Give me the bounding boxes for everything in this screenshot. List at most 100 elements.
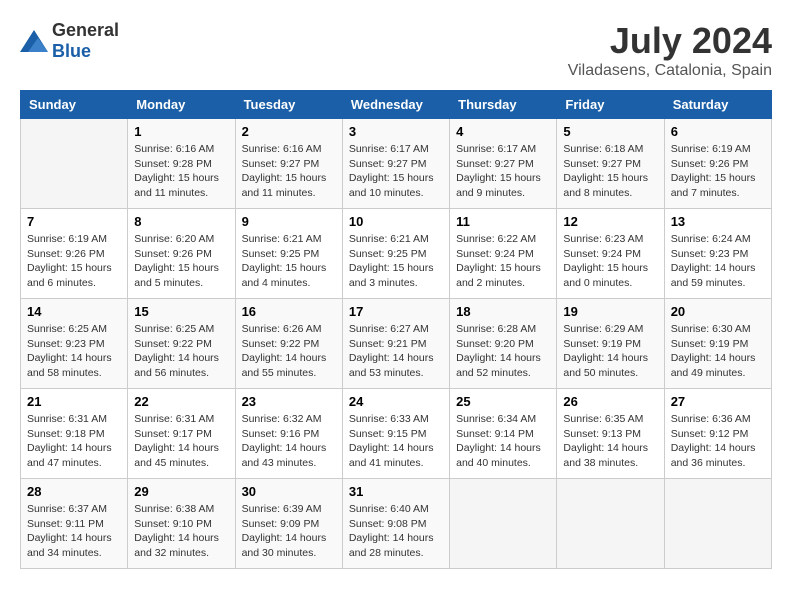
sunrise-text: Sunrise: 6:19 AM (27, 233, 107, 245)
sunrise-text: Sunrise: 6:22 AM (456, 233, 536, 245)
sunrise-text: Sunrise: 6:17 AM (349, 143, 429, 155)
calendar-cell: 20 Sunrise: 6:30 AM Sunset: 9:19 PM Dayl… (664, 299, 771, 389)
day-number: 14 (27, 304, 121, 319)
sunrise-text: Sunrise: 6:27 AM (349, 323, 429, 335)
day-number: 13 (671, 214, 765, 229)
daylight-text: Daylight: 14 hours and 41 minutes. (349, 442, 434, 469)
sunset-text: Sunset: 9:11 PM (27, 518, 104, 530)
day-number: 24 (349, 394, 443, 409)
sunset-text: Sunset: 9:24 PM (456, 248, 534, 260)
sunrise-text: Sunrise: 6:17 AM (456, 143, 536, 155)
day-number: 25 (456, 394, 550, 409)
day-number: 30 (242, 484, 336, 499)
calendar-cell: 12 Sunrise: 6:23 AM Sunset: 9:24 PM Dayl… (557, 209, 664, 299)
daylight-text: Daylight: 14 hours and 59 minutes. (671, 262, 756, 289)
calendar-week-row: 28 Sunrise: 6:37 AM Sunset: 9:11 PM Dayl… (21, 479, 772, 569)
daylight-text: Daylight: 14 hours and 53 minutes. (349, 352, 434, 379)
calendar-cell: 5 Sunrise: 6:18 AM Sunset: 9:27 PM Dayli… (557, 119, 664, 209)
sunrise-text: Sunrise: 6:21 AM (242, 233, 322, 245)
day-number: 23 (242, 394, 336, 409)
day-number: 22 (134, 394, 228, 409)
sunset-text: Sunset: 9:27 PM (563, 158, 641, 170)
sunrise-text: Sunrise: 6:16 AM (134, 143, 214, 155)
sunrise-text: Sunrise: 6:39 AM (242, 503, 322, 515)
day-number: 27 (671, 394, 765, 409)
calendar-cell: 21 Sunrise: 6:31 AM Sunset: 9:18 PM Dayl… (21, 389, 128, 479)
day-info: Sunrise: 6:39 AM Sunset: 9:09 PM Dayligh… (242, 502, 336, 561)
sunset-text: Sunset: 9:27 PM (456, 158, 534, 170)
sunrise-text: Sunrise: 6:18 AM (563, 143, 643, 155)
logo: General Blue (20, 20, 119, 62)
daylight-text: Daylight: 15 hours and 4 minutes. (242, 262, 327, 289)
day-info: Sunrise: 6:24 AM Sunset: 9:23 PM Dayligh… (671, 232, 765, 291)
sunrise-text: Sunrise: 6:31 AM (27, 413, 107, 425)
daylight-text: Daylight: 14 hours and 30 minutes. (242, 532, 327, 559)
sunrise-text: Sunrise: 6:26 AM (242, 323, 322, 335)
daylight-text: Daylight: 15 hours and 8 minutes. (563, 172, 648, 199)
daylight-text: Daylight: 14 hours and 50 minutes. (563, 352, 648, 379)
daylight-text: Daylight: 14 hours and 36 minutes. (671, 442, 756, 469)
day-info: Sunrise: 6:19 AM Sunset: 9:26 PM Dayligh… (671, 142, 765, 201)
day-number: 28 (27, 484, 121, 499)
daylight-text: Daylight: 14 hours and 47 minutes. (27, 442, 112, 469)
calendar-cell (557, 479, 664, 569)
calendar-cell: 13 Sunrise: 6:24 AM Sunset: 9:23 PM Dayl… (664, 209, 771, 299)
day-info: Sunrise: 6:35 AM Sunset: 9:13 PM Dayligh… (563, 412, 657, 471)
daylight-text: Daylight: 14 hours and 45 minutes. (134, 442, 219, 469)
day-number: 6 (671, 124, 765, 139)
sunset-text: Sunset: 9:26 PM (134, 248, 212, 260)
sunrise-text: Sunrise: 6:36 AM (671, 413, 751, 425)
month-title: July 2024 (568, 20, 772, 62)
sunrise-text: Sunrise: 6:38 AM (134, 503, 214, 515)
daylight-text: Daylight: 15 hours and 0 minutes. (563, 262, 648, 289)
calendar-cell: 8 Sunrise: 6:20 AM Sunset: 9:26 PM Dayli… (128, 209, 235, 299)
sunrise-text: Sunrise: 6:40 AM (349, 503, 429, 515)
sunset-text: Sunset: 9:14 PM (456, 428, 534, 440)
calendar-cell: 10 Sunrise: 6:21 AM Sunset: 9:25 PM Dayl… (342, 209, 449, 299)
calendar-cell: 6 Sunrise: 6:19 AM Sunset: 9:26 PM Dayli… (664, 119, 771, 209)
day-info: Sunrise: 6:17 AM Sunset: 9:27 PM Dayligh… (456, 142, 550, 201)
day-number: 20 (671, 304, 765, 319)
day-info: Sunrise: 6:31 AM Sunset: 9:17 PM Dayligh… (134, 412, 228, 471)
day-number: 16 (242, 304, 336, 319)
sunrise-text: Sunrise: 6:37 AM (27, 503, 107, 515)
sunset-text: Sunset: 9:12 PM (671, 428, 749, 440)
daylight-text: Daylight: 14 hours and 40 minutes. (456, 442, 541, 469)
sunrise-text: Sunrise: 6:24 AM (671, 233, 751, 245)
sunset-text: Sunset: 9:19 PM (671, 338, 749, 350)
calendar-week-row: 1 Sunrise: 6:16 AM Sunset: 9:28 PM Dayli… (21, 119, 772, 209)
calendar-cell: 31 Sunrise: 6:40 AM Sunset: 9:08 PM Dayl… (342, 479, 449, 569)
day-number: 10 (349, 214, 443, 229)
sunset-text: Sunset: 9:23 PM (671, 248, 749, 260)
day-number: 17 (349, 304, 443, 319)
sunset-text: Sunset: 9:26 PM (27, 248, 105, 260)
day-number: 18 (456, 304, 550, 319)
sunset-text: Sunset: 9:23 PM (27, 338, 105, 350)
day-number: 19 (563, 304, 657, 319)
sunset-text: Sunset: 9:18 PM (27, 428, 105, 440)
daylight-text: Daylight: 14 hours and 52 minutes. (456, 352, 541, 379)
sunrise-text: Sunrise: 6:31 AM (134, 413, 214, 425)
weekday-header-thursday: Thursday (450, 91, 557, 119)
day-info: Sunrise: 6:33 AM Sunset: 9:15 PM Dayligh… (349, 412, 443, 471)
day-info: Sunrise: 6:37 AM Sunset: 9:11 PM Dayligh… (27, 502, 121, 561)
day-number: 26 (563, 394, 657, 409)
calendar-cell (450, 479, 557, 569)
day-info: Sunrise: 6:18 AM Sunset: 9:27 PM Dayligh… (563, 142, 657, 201)
day-info: Sunrise: 6:16 AM Sunset: 9:27 PM Dayligh… (242, 142, 336, 201)
calendar-cell (664, 479, 771, 569)
day-number: 4 (456, 124, 550, 139)
sunset-text: Sunset: 9:17 PM (134, 428, 212, 440)
calendar-cell: 18 Sunrise: 6:28 AM Sunset: 9:20 PM Dayl… (450, 299, 557, 389)
calendar-week-row: 21 Sunrise: 6:31 AM Sunset: 9:18 PM Dayl… (21, 389, 772, 479)
calendar-cell: 19 Sunrise: 6:29 AM Sunset: 9:19 PM Dayl… (557, 299, 664, 389)
daylight-text: Daylight: 15 hours and 9 minutes. (456, 172, 541, 199)
calendar-week-row: 14 Sunrise: 6:25 AM Sunset: 9:23 PM Dayl… (21, 299, 772, 389)
day-number: 15 (134, 304, 228, 319)
daylight-text: Daylight: 15 hours and 6 minutes. (27, 262, 112, 289)
daylight-text: Daylight: 15 hours and 2 minutes. (456, 262, 541, 289)
weekday-header-friday: Friday (557, 91, 664, 119)
sunset-text: Sunset: 9:28 PM (134, 158, 212, 170)
calendar-cell: 22 Sunrise: 6:31 AM Sunset: 9:17 PM Dayl… (128, 389, 235, 479)
logo-icon (20, 30, 48, 52)
